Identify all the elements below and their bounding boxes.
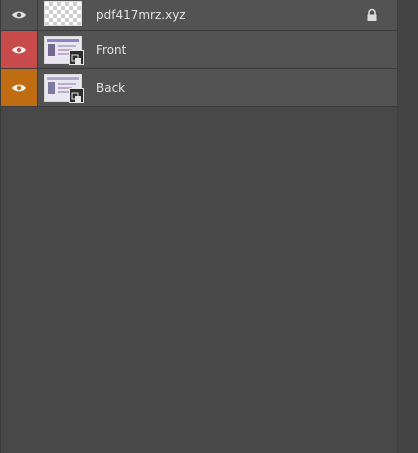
layer-name[interactable]: Front <box>96 43 126 57</box>
lock-icon[interactable] <box>366 8 378 22</box>
layer-name[interactable]: pdf417mrz.xyz <box>96 8 186 22</box>
layer-thumbnail <box>44 35 84 65</box>
layer-row-front[interactable]: Front <box>1 31 398 69</box>
eye-icon[interactable] <box>11 45 27 55</box>
eye-icon[interactable] <box>11 83 27 93</box>
eye-icon[interactable] <box>11 10 27 20</box>
visibility-toggle[interactable] <box>1 31 38 68</box>
layer-row-pdf417mrz[interactable]: pdf417mrz.xyz <box>1 0 398 31</box>
layer-list: pdf417mrz.xyz Front Back <box>1 0 398 107</box>
layer-thumbnail <box>44 0 82 26</box>
smart-object-icon <box>69 87 84 103</box>
layer-thumbnail <box>44 73 84 103</box>
transparent-thumbnail <box>44 0 82 26</box>
visibility-toggle[interactable] <box>1 0 38 30</box>
layer-name[interactable]: Back <box>96 81 125 95</box>
layers-panel: pdf417mrz.xyz Front Back <box>0 0 418 453</box>
layer-row-back[interactable]: Back <box>1 69 398 107</box>
panel-scrollbar-track[interactable] <box>397 0 418 453</box>
visibility-toggle[interactable] <box>1 69 38 106</box>
smart-object-icon <box>69 49 84 65</box>
